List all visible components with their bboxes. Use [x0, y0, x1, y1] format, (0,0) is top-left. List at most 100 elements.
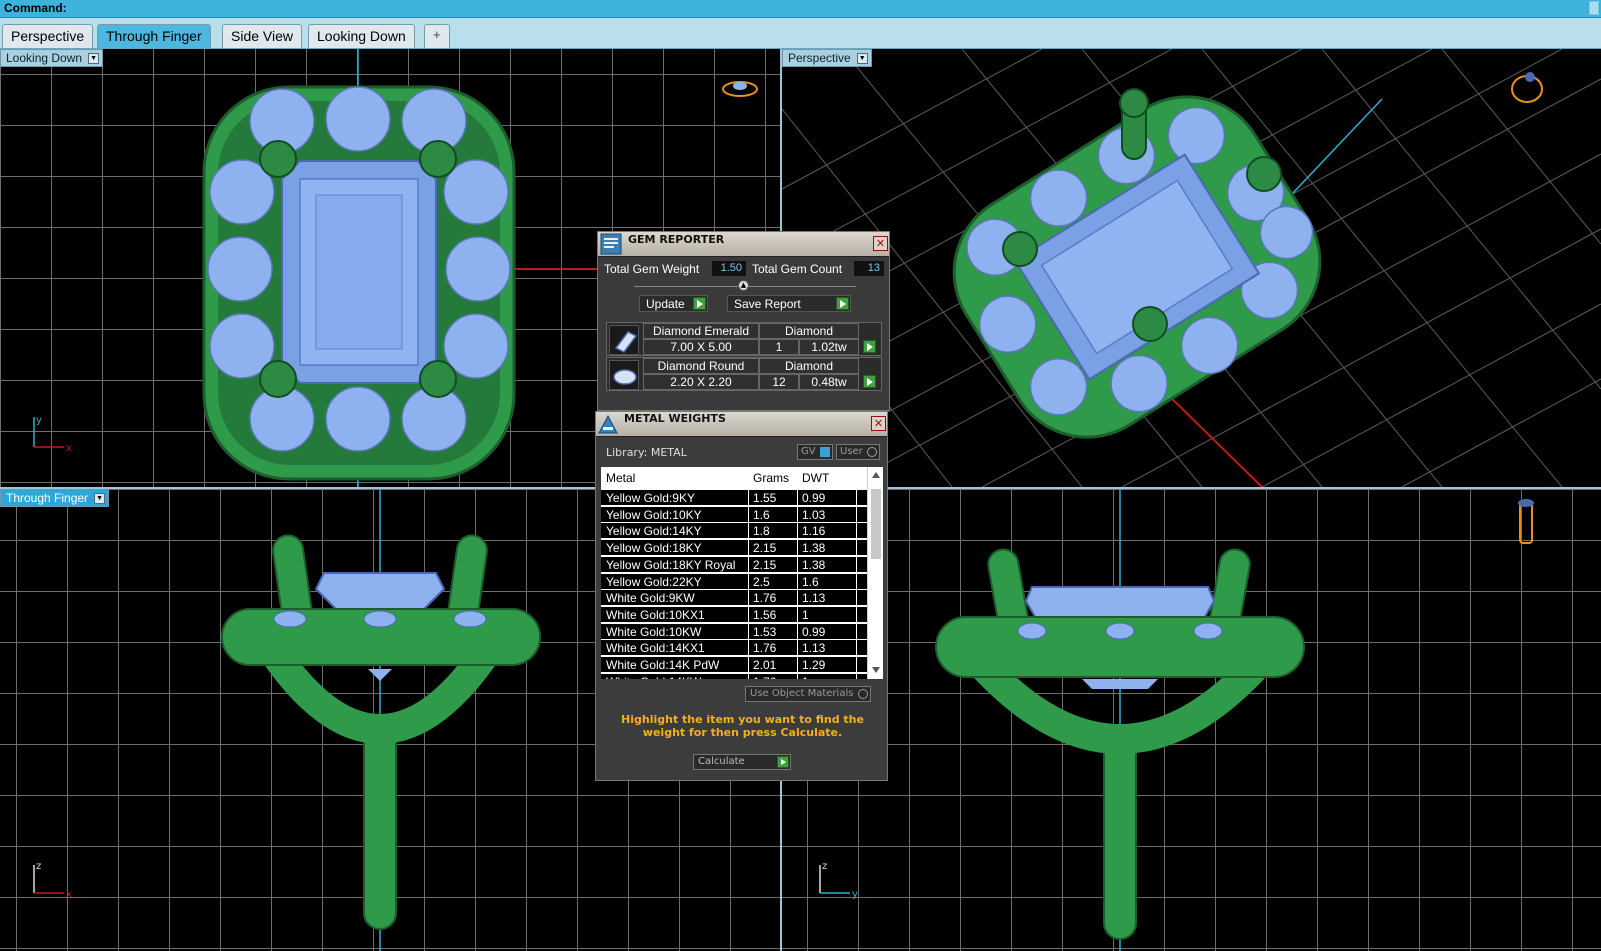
metal-name-cell: Yellow Gold:14KY: [606, 524, 702, 539]
table-row[interactable]: White Gold:14KX1 1.76 1.13: [601, 640, 867, 657]
save-report-button-label: Save Report: [734, 297, 801, 311]
dwt-cell: 1.6: [802, 574, 819, 589]
gem-name: Diamond Emerald: [643, 323, 759, 339]
metal-name-cell: White Gold:10KW: [606, 624, 702, 639]
column-separator: [856, 640, 857, 657]
scroll-down-icon[interactable]: [872, 667, 880, 673]
table-row[interactable]: Yellow Gold:14KY 1.8 1.16: [601, 523, 867, 540]
save-report-button[interactable]: Save Report: [727, 295, 851, 312]
command-bar-edge-button[interactable]: [1589, 1, 1599, 15]
close-icon[interactable]: ✕: [871, 416, 886, 431]
gem-size: 7.00 X 5.00: [643, 339, 759, 355]
table-row[interactable]: Yellow Gold:18KY 2.15 1.38: [601, 540, 867, 557]
metal-table-scrollbar[interactable]: [867, 467, 883, 679]
table-row[interactable]: Yellow Gold:9KY 1.55 0.99: [601, 490, 867, 506]
calculate-button[interactable]: Calculate: [693, 754, 791, 770]
viewport-label-perspective[interactable]: Perspective ▼: [782, 49, 872, 67]
metal-name-cell: Yellow Gold:18KY: [606, 541, 702, 556]
play-icon: [777, 756, 789, 768]
table-row[interactable]: Yellow Gold:18KY Royal 2.15 1.38: [601, 556, 867, 573]
collapse-icon[interactable]: ▲: [738, 280, 749, 291]
axis-indicator-icon: z x: [33, 861, 72, 900]
scrollbar-thumb[interactable]: [871, 489, 881, 559]
column-separator: [856, 556, 857, 573]
column-separator: [797, 673, 798, 679]
axis-label-x: x: [66, 889, 72, 900]
gem-row-go-button[interactable]: [861, 339, 877, 355]
chevron-down-icon[interactable]: ▼: [88, 53, 100, 64]
gv-toggle[interactable]: GV: [797, 444, 833, 460]
axis-label-x: x: [66, 443, 72, 454]
metal-name-cell: Yellow Gold:22KY: [606, 574, 702, 589]
viewport-label-text: Through Finger: [6, 491, 89, 505]
metal-name-cell: Yellow Gold:9KY: [606, 491, 695, 505]
total-gem-weight: Total Gem Weight 1.50: [600, 260, 746, 278]
column-separator: [748, 573, 749, 590]
dwt-cell: 1.03: [802, 507, 826, 522]
gem-row[interactable]: Diamond Emerald Diamond 7.00 X 5.00 1 1.…: [606, 322, 882, 356]
viewport-label-through-finger[interactable]: Through Finger ▼: [0, 489, 110, 507]
gv-toggle-label: GV: [801, 446, 816, 457]
command-bar[interactable]: Command:: [0, 0, 1601, 18]
grams-cell: 1.76: [753, 675, 776, 679]
gem-reporter-titlebar[interactable]: GEM REPORTER ✕: [598, 232, 889, 257]
user-toggle[interactable]: User: [836, 444, 880, 460]
tab-side-view[interactable]: Side View: [222, 24, 303, 48]
scroll-up-icon[interactable]: [872, 472, 880, 478]
gem-row-go-button[interactable]: [861, 374, 877, 390]
toggle-off-icon: [858, 689, 868, 699]
viewport-label-looking-down[interactable]: Looking Down ▼: [0, 49, 104, 67]
gem-weight: 0.48tw: [799, 374, 859, 390]
viewport-perspective[interactable]: Perspective ▼: [782, 49, 1601, 487]
axis-label-z: z: [822, 861, 827, 872]
command-label: Command:: [4, 1, 67, 15]
table-row[interactable]: White Gold:9KW 1.76 1.13: [601, 590, 867, 607]
gem-reporter-icon: [600, 233, 622, 255]
app-window: Command: Perspective Through Finger Side…: [0, 0, 1601, 951]
metal-name-cell: White Gold:10KX1: [606, 607, 705, 622]
total-gem-weight-label: Total Gem Weight: [604, 262, 700, 276]
total-gem-count-value: 13: [854, 261, 884, 276]
library-label: Library: METAL: [606, 446, 687, 459]
grams-cell: 1.53: [753, 624, 777, 639]
table-row[interactable]: White Gold:14K PdW 2.01 1.29: [601, 657, 867, 673]
metal-table[interactable]: Metal Grams DWT Yellow Gold:9KY 1.55 0.99 Y…: [601, 467, 883, 679]
update-button[interactable]: Update: [639, 295, 708, 312]
dwt-cell: 1.: [802, 675, 812, 679]
column-separator: [797, 606, 798, 623]
gem-count: 1: [759, 339, 799, 355]
gem-row[interactable]: Diamond Round Diamond 2.20 X 2.20 12 0.4…: [606, 357, 882, 391]
close-icon[interactable]: ✕: [873, 236, 888, 251]
dwt-cell: 1.38: [802, 541, 826, 556]
viewport-label-text: Perspective: [788, 51, 851, 65]
column-separator: [797, 540, 798, 557]
table-row[interactable]: Yellow Gold:22KY 2.5 1.6: [601, 573, 867, 590]
column-separator: [856, 506, 857, 523]
axis-label-y: y: [852, 889, 858, 900]
column-separator: [748, 657, 749, 673]
metal-name-cell: White Gold:14KW: [606, 675, 701, 679]
use-object-materials-toggle[interactable]: Use Object Materials: [745, 686, 871, 702]
dwt-cell: 0.99: [802, 491, 826, 505]
column-separator: [748, 640, 749, 657]
table-row[interactable]: White Gold:14KW 1.76 1.: [601, 673, 867, 679]
viewport-side-view[interactable]: z y: [782, 489, 1601, 951]
tab-perspective[interactable]: Perspective: [2, 24, 94, 48]
column-separator: [856, 490, 857, 506]
add-tab-icon[interactable]: +: [424, 24, 450, 48]
table-row[interactable]: Yellow Gold:10KY 1.6 1.03: [601, 506, 867, 523]
column-separator: [748, 606, 749, 623]
tab-through-finger[interactable]: Through Finger: [97, 24, 211, 48]
column-separator: [748, 673, 749, 679]
table-row[interactable]: White Gold:10KW 1.53 0.99: [601, 623, 867, 640]
column-separator: [797, 506, 798, 523]
metal-weights-titlebar[interactable]: METAL WEIGHTS ✕: [596, 412, 887, 437]
dwt-cell: 0.99: [802, 624, 826, 639]
table-row[interactable]: White Gold:10KX1 1.56 1: [601, 606, 867, 623]
chevron-down-icon[interactable]: ▼: [856, 53, 868, 64]
grams-cell: 2.15: [753, 541, 777, 556]
scale-icon: [598, 414, 618, 434]
chevron-down-icon[interactable]: ▼: [94, 493, 106, 504]
dwt-cell: 1.29: [802, 658, 826, 672]
tab-looking-down[interactable]: Looking Down: [308, 24, 415, 48]
